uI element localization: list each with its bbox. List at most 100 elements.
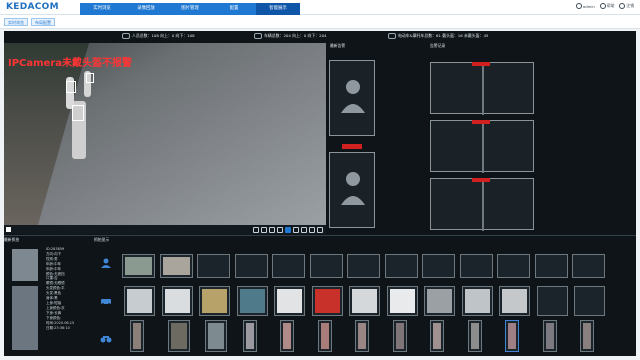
bike-thumbnail[interactable] xyxy=(355,320,369,352)
nav-smart-display[interactable]: 智能展示 xyxy=(256,3,300,15)
user-menu[interactable]: admin xyxy=(575,3,595,9)
thumbnail-image xyxy=(208,323,224,349)
help-button[interactable]: 帮助 xyxy=(599,3,615,9)
vehicle-thumbnail[interactable] xyxy=(461,286,493,316)
thumbnail-image xyxy=(162,257,190,275)
capture-face-image[interactable] xyxy=(12,249,38,281)
bike-thumbnail[interactable] xyxy=(130,320,144,352)
vehicle-thumbnail[interactable] xyxy=(199,286,230,316)
thumbnail-image xyxy=(470,323,479,349)
zoom-icon[interactable] xyxy=(301,226,307,233)
vehicle-thumbnail[interactable] xyxy=(499,286,530,316)
vehicle-thumbnail[interactable] xyxy=(311,286,343,316)
fullscreen-icon[interactable] xyxy=(269,226,275,233)
motorbike-row-icon xyxy=(100,336,112,343)
bike-thumbnail[interactable] xyxy=(317,320,332,352)
bike-thumbnail[interactable] xyxy=(280,320,294,352)
logout-button[interactable]: 注销 xyxy=(619,3,634,9)
person-stats: 人员总数：108 向上：0 向下：108 xyxy=(122,33,195,39)
thumbnail-image xyxy=(245,323,254,349)
thumbnail-image xyxy=(502,289,527,313)
person-thumbnail[interactable] xyxy=(534,254,568,278)
thumbnail-image xyxy=(164,289,190,313)
person-thumbnail[interactable] xyxy=(197,254,230,278)
smart-icon[interactable] xyxy=(285,226,291,233)
person-thumbnail[interactable] xyxy=(272,254,305,278)
record-divider xyxy=(482,63,484,115)
latest-alarm-title: 最新告警 xyxy=(330,43,346,48)
video-toolbar xyxy=(4,225,326,234)
motorbike-icon xyxy=(388,33,396,39)
alarm-record-item[interactable] xyxy=(430,120,534,173)
bike-thumbnail[interactable] xyxy=(167,320,190,352)
top-right-tools: admin 帮助 注销 xyxy=(575,3,634,9)
nav-picture-manage[interactable]: 图片管理 xyxy=(168,3,212,15)
move-icon[interactable] xyxy=(309,226,315,233)
bike-thumbnail[interactable] xyxy=(467,320,482,352)
latest-alarm-face[interactable] xyxy=(329,60,375,136)
help-label: 帮助 xyxy=(606,3,615,8)
vehicle-thumbnail[interactable] xyxy=(536,286,568,316)
video-checkbox[interactable] xyxy=(6,227,11,232)
vehicle-thumbnail[interactable] xyxy=(424,286,455,316)
alarm-record-item[interactable] xyxy=(430,62,534,115)
thumbnail-image xyxy=(395,323,404,349)
thumbnail-image xyxy=(583,323,591,349)
folder-icon[interactable] xyxy=(277,226,283,233)
thumbnail-image xyxy=(464,289,490,313)
bike-thumbnail[interactable] xyxy=(392,320,407,352)
person-thumbnail[interactable] xyxy=(459,254,493,278)
person-thumbnail[interactable] xyxy=(572,254,605,278)
alarm-record-item[interactable] xyxy=(430,178,534,231)
latest-alarm-body[interactable] xyxy=(329,152,375,228)
bike-thumbnail[interactable] xyxy=(430,320,444,352)
bike-thumbnail[interactable] xyxy=(505,320,519,352)
person-silhouette-icon xyxy=(341,172,365,205)
subtab-layout-config[interactable]: 布局配置 xyxy=(31,18,55,26)
vehicle-thumbnail[interactable] xyxy=(236,286,268,316)
person-icon xyxy=(122,33,130,39)
car-icon xyxy=(254,33,262,39)
capture-details: ID:283859 方向:向下 性别:男 年龄:中年 年龄:中年 颜色:无遮挡 … xyxy=(46,247,75,330)
record-divider xyxy=(482,121,484,173)
bike-thumbnail[interactable] xyxy=(205,320,227,352)
live-video[interactable]: IPCamera未戴头盔不报警 xyxy=(4,43,326,225)
bike-thumbnail[interactable] xyxy=(242,320,257,352)
trash-icon[interactable] xyxy=(253,226,259,233)
vehicle-thumbnail[interactable] xyxy=(124,286,155,316)
camera-icon[interactable] xyxy=(293,226,299,233)
person-row-icon xyxy=(101,258,111,268)
person-thumbnail[interactable] xyxy=(159,254,193,278)
record-icon[interactable] xyxy=(261,226,267,233)
person-thumbnail[interactable] xyxy=(234,254,268,278)
user-label: admin xyxy=(582,3,595,9)
nav-config[interactable]: 配置 xyxy=(212,3,256,15)
thumbnail-image xyxy=(202,289,227,313)
logout-label: 注销 xyxy=(626,3,634,8)
nav-live-view[interactable]: 实时浏览 xyxy=(80,3,124,15)
record-red-label xyxy=(472,120,490,124)
thumbnail-image xyxy=(508,323,516,349)
capture-body-image[interactable] xyxy=(12,286,38,350)
vehicle-thumbnail[interactable] xyxy=(161,286,193,316)
subtab-live-view[interactable]: 实时浏览 xyxy=(4,18,28,26)
alarm-record-title: 告警记录 xyxy=(430,43,446,48)
vehicle-thumbnail[interactable] xyxy=(349,286,380,316)
person-thumbnail[interactable] xyxy=(497,254,530,278)
nav-playback[interactable]: 录像回放 xyxy=(124,3,168,15)
vehicle-thumbnail[interactable] xyxy=(274,286,305,316)
person-thumbnail[interactable] xyxy=(422,254,455,278)
person-thumbnail[interactable] xyxy=(384,254,418,278)
vehicle-thumbnail[interactable] xyxy=(574,286,605,316)
bike-thumbnail[interactable] xyxy=(542,320,557,352)
power-icon xyxy=(619,3,626,9)
person-thumbnail[interactable] xyxy=(122,254,155,278)
person-thumbnail[interactable] xyxy=(309,254,343,278)
bike-thumbnail[interactable] xyxy=(580,320,594,352)
vehicle-thumbnail[interactable] xyxy=(386,286,418,316)
stats-bar: 人员总数：108 向上：0 向下：108 车辆总数：204 向上：0 向下：20… xyxy=(4,31,636,42)
expand-icon[interactable] xyxy=(317,226,323,233)
person-thumbnail[interactable] xyxy=(347,254,380,278)
person-silhouette-icon xyxy=(341,80,365,113)
thumbnail-image xyxy=(389,289,415,313)
